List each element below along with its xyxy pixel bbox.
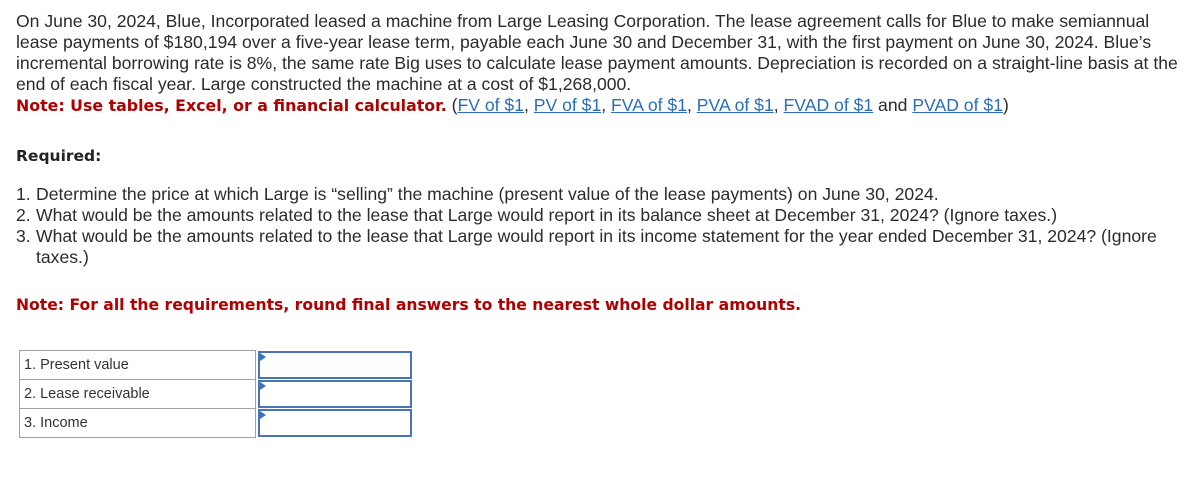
present-value-input[interactable] (260, 353, 410, 377)
link-separator: and (873, 95, 913, 115)
link-separator: , (773, 95, 784, 115)
requirement-number: 1. (16, 184, 31, 204)
row-label-present-value: 1. Present value (19, 350, 256, 380)
requirement-item: 3. What would be the amounts related to t… (16, 226, 1186, 268)
problem-statement: On June 30, 2024, Blue, Incorporated lea… (16, 11, 1186, 116)
links-open: ( (446, 95, 458, 115)
table-row: 1. Present value (19, 350, 414, 380)
link-pv-of-1[interactable]: PV of $1 (534, 95, 602, 115)
link-pva-of-1[interactable]: PVA of $1 (697, 95, 774, 115)
flag-icon (260, 411, 266, 419)
link-fva-of-1[interactable]: FVA of $1 (611, 95, 687, 115)
link-separator: ) (1002, 95, 1009, 115)
link-separator: , (601, 95, 612, 115)
link-fvad-of-1[interactable]: FVAD of $1 (784, 95, 874, 115)
requirement-number: 2. (16, 205, 31, 225)
lease-receivable-input[interactable] (260, 382, 410, 406)
link-separator: , (523, 95, 534, 115)
requirement-item: 2. What would be the amounts related to t… (16, 205, 1186, 226)
flag-icon (260, 382, 266, 390)
answer-table: 1. Present value 2. Lease receivable 3. … (19, 350, 414, 438)
table-row: 3. Income (19, 408, 414, 438)
link-separator: , (687, 95, 697, 115)
link-pvad-of-1[interactable]: PVAD of $1 (912, 95, 1003, 115)
row-label-lease-receivable: 2. Lease receivable (19, 379, 256, 409)
income-input-wrapper (258, 409, 412, 437)
link-fv-of-1[interactable]: FV of $1 (457, 95, 524, 115)
requirement-text: What would be the amounts related to the… (36, 226, 1157, 267)
problem-text: On June 30, 2024, Blue, Incorporated lea… (16, 11, 1178, 94)
flag-icon (260, 353, 266, 361)
required-heading: Required: (16, 147, 102, 165)
requirement-text: Determine the price at which Large is “s… (36, 184, 939, 204)
table-row: 2. Lease receivable (19, 379, 414, 409)
calculator-note: Note: Use tables, Excel, or a financial … (16, 96, 447, 115)
rounding-note: Note: For all the requirements, round fi… (16, 296, 802, 314)
lease-receivable-input-wrapper (258, 380, 412, 408)
requirement-number: 3. (16, 226, 31, 246)
requirement-text: What would be the amounts related to the… (36, 205, 1058, 225)
income-input[interactable] (260, 411, 410, 435)
present-value-input-wrapper (258, 351, 412, 379)
requirements-list: 1. Determine the price at which Large is … (16, 184, 1186, 268)
row-label-income: 3. Income (19, 408, 256, 438)
requirement-item: 1. Determine the price at which Large is … (16, 184, 1186, 205)
